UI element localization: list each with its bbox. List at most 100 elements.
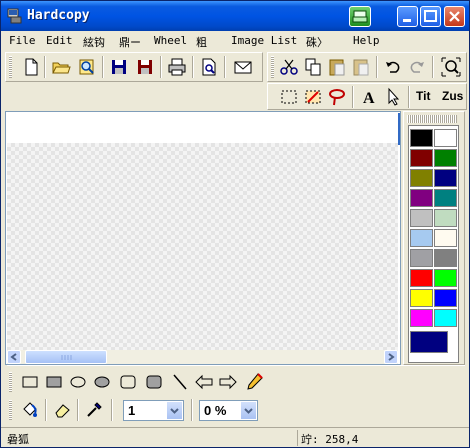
color-swatch[interactable] — [410, 209, 433, 227]
print-preview-button[interactable] — [198, 56, 220, 78]
pencil-tool[interactable] — [243, 371, 265, 393]
canvas-area[interactable] — [5, 111, 401, 365]
title-bar[interactable]: Hardcopy — [1, 1, 469, 31]
menu-help[interactable]: Help — [353, 34, 380, 47]
scroll-right-button[interactable] — [384, 350, 398, 364]
menu-item-4[interactable]: 鼎ー — [119, 34, 141, 50]
toolbar-separator — [44, 56, 46, 78]
rounded-rect-icon — [120, 375, 136, 389]
scroll-left-button[interactable] — [7, 350, 21, 364]
color-swatch[interactable] — [434, 229, 457, 247]
scroll-thumb[interactable] — [25, 350, 107, 364]
color-swatch[interactable] — [410, 169, 433, 187]
line-width-select[interactable]: 1 — [123, 400, 184, 421]
eraser-tool[interactable] — [51, 399, 73, 421]
opacity-select[interactable]: 0 % — [199, 400, 258, 421]
rectangle-tool[interactable] — [19, 371, 41, 393]
color-swatch[interactable] — [434, 289, 457, 307]
horizontal-scrollbar[interactable] — [7, 350, 398, 364]
save-as-icon — [138, 60, 152, 74]
print-button[interactable] — [166, 56, 188, 78]
filled-rectangle-tool[interactable] — [43, 371, 65, 393]
menu-item-6[interactable]: 粗 — [196, 34, 207, 50]
color-swatch[interactable] — [410, 309, 433, 327]
color-swatch[interactable] — [434, 149, 457, 167]
menu-edit[interactable]: Edit — [46, 34, 73, 47]
menu-file[interactable]: File — [9, 34, 36, 47]
canvas-background[interactable] — [7, 143, 398, 350]
grip-lines-icon — [61, 355, 72, 360]
zoom-fit-button[interactable] — [440, 56, 462, 78]
filled-rounded-rect-tool[interactable] — [143, 371, 165, 393]
color-swatch[interactable] — [410, 269, 433, 287]
color-swatch[interactable] — [434, 209, 457, 227]
color-swatch[interactable] — [434, 129, 457, 147]
menu-image-list[interactable]: Image List — [231, 34, 297, 47]
paste-special-button[interactable] — [350, 56, 372, 78]
fill-tool[interactable] — [19, 399, 41, 421]
canvas-image[interactable] — [7, 113, 398, 143]
crop-button[interactable] — [302, 86, 324, 108]
color-swatch[interactable] — [410, 129, 433, 147]
opacity-dropdown-button[interactable] — [240, 401, 257, 420]
palette-grip[interactable] — [407, 115, 457, 123]
eyedropper-icon — [87, 402, 102, 417]
app-icon — [7, 8, 22, 24]
paste-button[interactable] — [326, 56, 348, 78]
color-swatch[interactable] — [410, 149, 433, 167]
toolbar-grip[interactable] — [271, 56, 274, 78]
redo-button[interactable] — [406, 56, 428, 78]
capture-button[interactable] — [349, 6, 371, 27]
rect-select-button[interactable] — [278, 86, 300, 108]
line-width-dropdown-button[interactable] — [166, 401, 183, 420]
lasso-button[interactable] — [326, 86, 348, 108]
color-picker-tool[interactable] — [83, 399, 105, 421]
menu-item-8[interactable]: 硃〉 — [306, 34, 328, 50]
open-button[interactable] — [50, 56, 72, 78]
filled-ellipse-tool[interactable] — [91, 371, 113, 393]
arrow-left-tool[interactable] — [193, 371, 215, 393]
line-tool[interactable] — [169, 371, 191, 393]
email-icon — [234, 61, 252, 74]
edit-toolbar — [267, 52, 467, 82]
close-button[interactable] — [444, 6, 465, 27]
toolbar-grip[interactable] — [9, 56, 12, 78]
menu-wheel[interactable]: Wheel — [154, 34, 187, 47]
arrow-right-tool[interactable] — [217, 371, 239, 393]
toolbar-grip[interactable] — [9, 372, 12, 392]
email-button[interactable] — [232, 56, 254, 78]
toolbar-grip[interactable] — [9, 400, 12, 420]
color-swatch[interactable] — [410, 229, 433, 247]
current-color-indicator[interactable] — [410, 331, 448, 353]
pointer-icon — [388, 87, 400, 106]
save-as-button[interactable] — [134, 56, 156, 78]
save-button[interactable] — [108, 56, 130, 78]
cut-button[interactable] — [278, 56, 300, 78]
color-swatch[interactable] — [434, 269, 457, 287]
rounded-rect-tool[interactable] — [117, 371, 139, 393]
tit-button[interactable]: Tit — [416, 89, 430, 103]
color-swatch[interactable] — [410, 289, 433, 307]
menu-bar: File Edit 絃钩 鼎ー Wheel 粗 Image List 硃〉 He… — [1, 32, 469, 51]
selection-toolbar: A Tit Zus — [267, 83, 467, 110]
paste-icon — [329, 59, 345, 76]
zus-button[interactable]: Zus — [442, 89, 463, 103]
color-swatch[interactable] — [434, 189, 457, 207]
new-button[interactable] — [20, 56, 42, 78]
undo-button[interactable] — [382, 56, 404, 78]
ellipse-tool[interactable] — [67, 371, 89, 393]
color-swatch[interactable] — [410, 189, 433, 207]
menu-item-3[interactable]: 絃钩 — [83, 34, 105, 50]
maximize-button[interactable] — [420, 6, 441, 27]
copy-button[interactable] — [302, 56, 324, 78]
text-button[interactable]: A — [358, 86, 380, 108]
color-swatch[interactable] — [434, 249, 457, 267]
pointer-button[interactable] — [382, 86, 404, 108]
minimize-button[interactable] — [397, 6, 418, 27]
browse-button[interactable] — [76, 56, 98, 78]
color-swatch[interactable] — [410, 249, 433, 267]
minimize-icon — [403, 19, 411, 22]
color-swatch[interactable] — [434, 169, 457, 187]
arrow-right-small-icon — [388, 353, 395, 361]
color-swatch[interactable] — [434, 309, 457, 327]
